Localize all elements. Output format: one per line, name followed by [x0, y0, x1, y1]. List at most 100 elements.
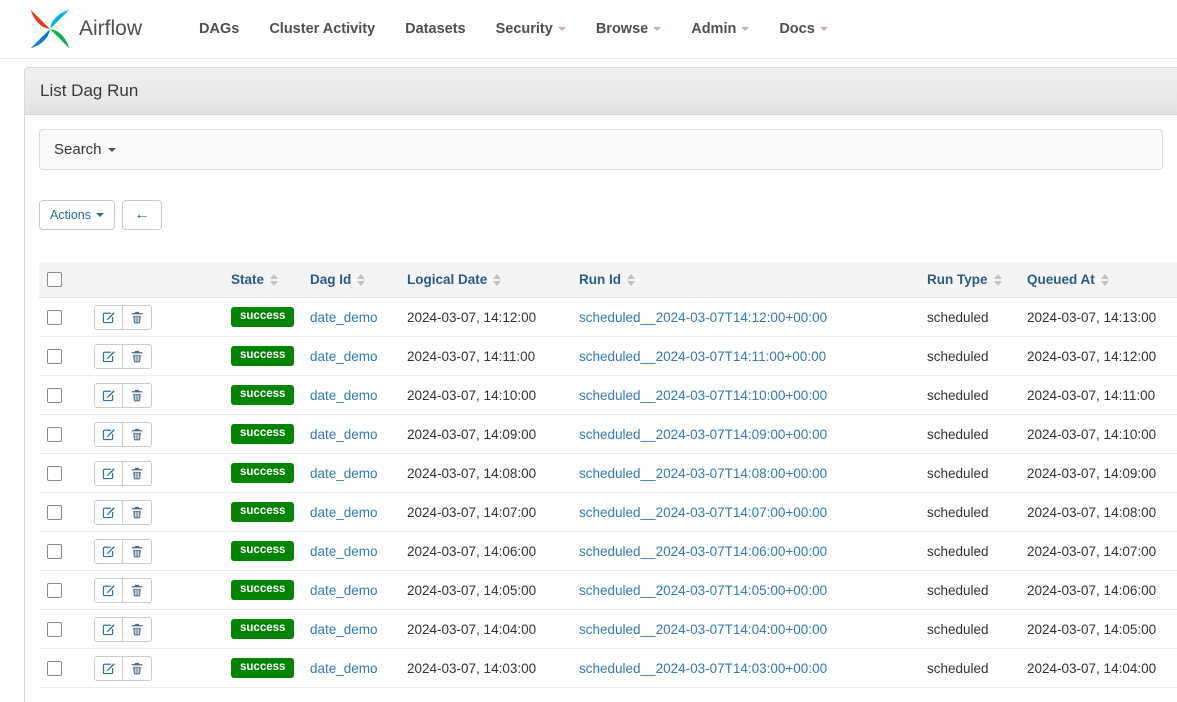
search-dropdown[interactable]: Search: [39, 129, 1163, 170]
edit-record-button[interactable]: [94, 617, 123, 642]
select-all-checkbox[interactable]: [47, 272, 62, 287]
edit-record-button[interactable]: [94, 539, 123, 564]
trash-icon-button[interactable]: [123, 617, 152, 642]
nav-item-browse[interactable]: Browse: [581, 0, 676, 59]
edit-icon: [101, 427, 116, 442]
run-id-link[interactable]: scheduled__2024-03-07T14:12:00+00:00: [579, 310, 827, 325]
edit-record-button[interactable]: [94, 422, 123, 447]
row-checkbox[interactable]: [47, 583, 62, 598]
row-checkbox[interactable]: [47, 427, 62, 442]
trash-icon-button[interactable]: [123, 305, 152, 330]
back-button[interactable]: ←: [122, 200, 162, 230]
row-checkbox[interactable]: [47, 349, 62, 364]
sort-icon[interactable]: [270, 274, 278, 286]
row-checkbox[interactable]: [47, 310, 62, 325]
nav-item-docs[interactable]: Docs: [764, 0, 842, 59]
row-checkbox[interactable]: [47, 466, 62, 481]
sort-icon[interactable]: [357, 274, 365, 286]
row-checkbox[interactable]: [47, 388, 62, 403]
edit-record-button[interactable]: [94, 500, 123, 525]
dag-run-table: State Dag Id Logical Date Run Id: [39, 262, 1177, 688]
dag-id-link[interactable]: date_demo: [310, 349, 378, 364]
trash-icon-button[interactable]: [123, 461, 152, 486]
nav-item-cluster-activity[interactable]: Cluster Activity: [254, 0, 390, 59]
column-header-queued-at[interactable]: Queued At: [1019, 262, 1177, 298]
edit-record-button[interactable]: [94, 383, 123, 408]
logical-date: 2024-03-07, 14:07:00: [407, 505, 536, 520]
edit-record-button[interactable]: [94, 344, 123, 369]
dag-id-link[interactable]: date_demo: [310, 622, 378, 637]
logical-date: 2024-03-07, 14:08:00: [407, 466, 536, 481]
row-checkbox[interactable]: [47, 544, 62, 559]
table-row: success date_demo 2024-03-07, 14:10:00 s…: [39, 376, 1177, 415]
run-id-link[interactable]: scheduled__2024-03-07T14:05:00+00:00: [579, 583, 827, 598]
dag-id-link[interactable]: date_demo: [310, 583, 378, 598]
caret-down-icon: [558, 27, 566, 31]
row-action-buttons: [94, 344, 152, 369]
edit-record-button[interactable]: [94, 305, 123, 330]
brand[interactable]: Airflow: [28, 7, 142, 51]
trash-icon-button[interactable]: [123, 344, 152, 369]
edit-record-button[interactable]: [94, 578, 123, 603]
run-type: scheduled: [927, 544, 989, 559]
trash-icon: [130, 427, 144, 442]
edit-record-button[interactable]: [94, 656, 123, 681]
column-header-state[interactable]: State: [223, 262, 302, 298]
trash-icon: [130, 466, 144, 481]
logical-date: 2024-03-07, 14:10:00: [407, 388, 536, 403]
column-header-run-id[interactable]: Run Id: [571, 262, 919, 298]
column-header-logical-date[interactable]: Logical Date: [399, 262, 571, 298]
sort-icon[interactable]: [493, 274, 501, 286]
run-id-link[interactable]: scheduled__2024-03-07T14:03:00+00:00: [579, 661, 827, 676]
navbar: Airflow DAGs Cluster Activity Datasets S…: [0, 0, 1177, 59]
row-action-buttons: [94, 500, 152, 525]
queued-at: 2024-03-07, 14:07:00: [1027, 544, 1156, 559]
dag-id-link[interactable]: date_demo: [310, 427, 378, 442]
dag-id-link[interactable]: date_demo: [310, 388, 378, 403]
page-content: List Dag Run Search Actions ←: [24, 67, 1177, 702]
trash-icon-button[interactable]: [123, 539, 152, 564]
actions-button[interactable]: Actions: [39, 200, 115, 230]
run-id-link[interactable]: scheduled__2024-03-07T14:11:00+00:00: [579, 349, 826, 364]
sort-icon[interactable]: [994, 274, 1002, 286]
nav-item-dags[interactable]: DAGs: [184, 0, 254, 59]
run-type: scheduled: [927, 505, 989, 520]
row-checkbox[interactable]: [47, 661, 62, 676]
run-id-link[interactable]: scheduled__2024-03-07T14:06:00+00:00: [579, 544, 827, 559]
nav-item-security[interactable]: Security: [481, 0, 581, 59]
run-id-link[interactable]: scheduled__2024-03-07T14:09:00+00:00: [579, 427, 827, 442]
nav-item-datasets[interactable]: Datasets: [390, 0, 480, 59]
table-row: success date_demo 2024-03-07, 14:04:00 s…: [39, 610, 1177, 649]
trash-icon-button[interactable]: [123, 422, 152, 447]
trash-icon-button[interactable]: [123, 578, 152, 603]
search-label: Search: [54, 141, 102, 158]
edit-icon: [101, 661, 116, 676]
toolbar: Actions ←: [39, 200, 1163, 230]
edit-record-button[interactable]: [94, 461, 123, 486]
row-checkbox[interactable]: [47, 622, 62, 637]
column-header-run-type[interactable]: Run Type: [919, 262, 1019, 298]
row-action-buttons: [94, 305, 152, 330]
dag-id-link[interactable]: date_demo: [310, 466, 378, 481]
state-badge: success: [231, 307, 294, 327]
nav-item-admin[interactable]: Admin: [676, 0, 764, 59]
dag-id-link[interactable]: date_demo: [310, 661, 378, 676]
column-header-dag-id[interactable]: Dag Id: [302, 262, 399, 298]
run-id-link[interactable]: scheduled__2024-03-07T14:07:00+00:00: [579, 505, 827, 520]
state-badge: success: [231, 463, 294, 483]
dag-id-link[interactable]: date_demo: [310, 310, 378, 325]
trash-icon-button[interactable]: [123, 383, 152, 408]
row-checkbox[interactable]: [47, 505, 62, 520]
trash-icon-button[interactable]: [123, 500, 152, 525]
run-id-link[interactable]: scheduled__2024-03-07T14:08:00+00:00: [579, 466, 827, 481]
dag-id-link[interactable]: date_demo: [310, 505, 378, 520]
run-id-link[interactable]: scheduled__2024-03-07T14:10:00+00:00: [579, 388, 827, 403]
sort-icon[interactable]: [627, 274, 635, 286]
run-id-link[interactable]: scheduled__2024-03-07T14:04:00+00:00: [579, 622, 827, 637]
table-row: success date_demo 2024-03-07, 14:12:00 s…: [39, 298, 1177, 337]
trash-icon-button[interactable]: [123, 656, 152, 681]
sort-icon[interactable]: [1101, 274, 1109, 286]
back-arrow-icon: ←: [134, 206, 150, 223]
dag-id-link[interactable]: date_demo: [310, 544, 378, 559]
logical-date: 2024-03-07, 14:06:00: [407, 544, 536, 559]
